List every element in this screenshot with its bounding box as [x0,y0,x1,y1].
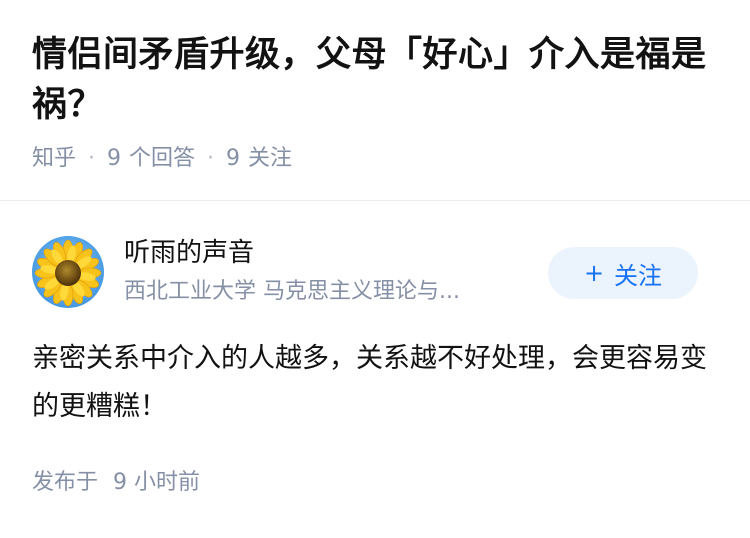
question-header: 情侣间矛盾升级，父母「好心」介入是福是祸？ 知乎 · 9 个回答 · 9 关注 [0,0,750,174]
author-name[interactable]: 听雨的声音 [124,235,254,271]
publish-time: 发布于 9 小时前 [32,468,200,498]
publish-time-value: 9 小时前 [113,470,201,495]
source-label[interactable]: 知乎 [32,144,76,174]
answer-card: 听雨的声音 西北工业大学 马克思主义理论与... + 关注 亲密关系中介入的人越… [0,201,750,495]
answer-content[interactable]: 亲密关系中介入的人越多，关系越不好处理，会更容易变的更糟糕！ [32,335,712,431]
avatar[interactable] [32,236,104,308]
meta-separator: · [207,146,215,171]
follow-button-label: 关注 [614,261,663,290]
answer-count-label: 个回答 [129,146,196,171]
plus-icon: + [583,259,605,287]
meta-separator: · [88,146,96,171]
question-title[interactable]: 情侣间矛盾升级，父母「好心」介入是福是祸？ [32,30,718,130]
follow-count: 9 [226,146,241,171]
answer-count: 9 [107,146,122,171]
answer-page: 情侣间矛盾升级，父母「好心」介入是福是祸？ 知乎 · 9 个回答 · 9 关注 [0,0,750,538]
author-headline: 西北工业大学 马克思主义理论与... [124,279,460,304]
author-row: 听雨的声音 西北工业大学 马克思主义理论与... + 关注 [0,201,750,311]
question-meta: 知乎 · 9 个回答 · 9 关注 [32,144,718,174]
follow-count-label: 关注 [248,146,293,171]
follow-button[interactable]: + 关注 [548,247,698,299]
publish-time-prefix: 发布于 [32,470,99,495]
sunflower-avatar-icon [32,236,104,308]
